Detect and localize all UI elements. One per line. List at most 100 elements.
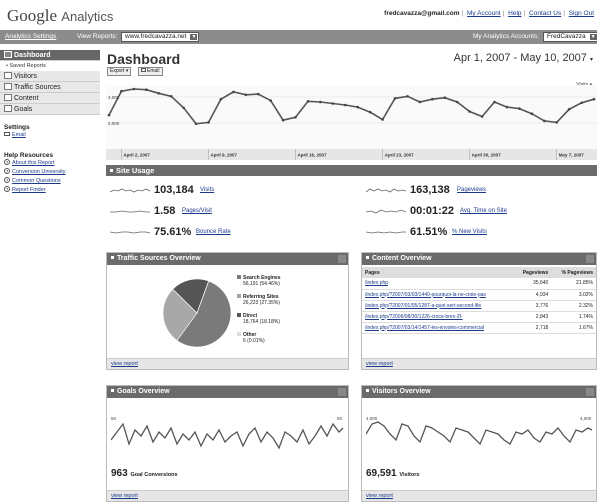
legend-detail: 26,223 (27.35%): [243, 300, 280, 306]
data-point[interactable]: [505, 105, 509, 109]
site-selector[interactable]: www.fredcavazza.net ▼: [121, 32, 200, 42]
sidebar-item-visitors[interactable]: Visitors: [0, 71, 100, 82]
x-tick-label: May 7, 2007: [559, 153, 585, 158]
metric-label[interactable]: % New Visits: [452, 229, 487, 235]
panel-title: Content Overview: [372, 255, 432, 262]
email-button[interactable]: Email: [138, 67, 163, 76]
data-point[interactable]: [530, 112, 534, 115]
metric-label[interactable]: Visits: [200, 187, 214, 193]
data-point[interactable]: [244, 93, 248, 97]
close-icon[interactable]: [338, 388, 346, 396]
data-point[interactable]: [344, 103, 347, 107]
metric-label[interactable]: Pages/Visit: [182, 208, 212, 214]
table-row: /index.php/?2007/01/05/1287-a-quoi-sert-…: [362, 300, 596, 312]
data-point[interactable]: [356, 105, 359, 109]
view-reports-label: View Reports:: [77, 33, 118, 40]
help-link-finder[interactable]: ? Report Finder: [0, 186, 100, 195]
data-point[interactable]: [145, 88, 148, 91]
data-point[interactable]: [480, 115, 484, 118]
data-point[interactable]: [169, 95, 173, 98]
data-point[interactable]: [132, 87, 136, 91]
view-report-link[interactable]: view report: [111, 493, 138, 499]
data-point[interactable]: [207, 121, 210, 124]
metric-label[interactable]: Bounce Rate: [196, 229, 231, 235]
sign-out-link[interactable]: Sign Out: [569, 10, 594, 17]
data-point[interactable]: [381, 118, 384, 121]
data-point[interactable]: [518, 107, 521, 110]
data-point[interactable]: [368, 110, 372, 114]
close-icon[interactable]: [586, 255, 594, 263]
data-point[interactable]: [120, 89, 123, 93]
account-selector-value: FredCavazza: [547, 33, 586, 40]
close-icon[interactable]: [586, 388, 594, 396]
site-usage-title: Site Usage: [116, 166, 155, 175]
help-link-questions[interactable]: ? Common Questions: [0, 177, 100, 186]
data-point[interactable]: [431, 97, 434, 101]
data-point[interactable]: [107, 113, 111, 117]
data-point[interactable]: [393, 97, 397, 100]
page-link[interactable]: /index.php/?2006/08/30/1226-croce-bres-2…: [365, 314, 463, 320]
saved-reports-link[interactable]: • Saved Reports: [0, 61, 100, 71]
settings-heading: Settings: [4, 124, 30, 131]
sparkline-icon: [366, 188, 406, 193]
goals-line: [111, 422, 344, 450]
page-link[interactable]: /index.php/?2007/03/03/1440-pourquoi-la-…: [365, 292, 486, 298]
metric-value: 00:01:22: [410, 205, 455, 217]
account-selector[interactable]: FredCavazza ▼: [543, 32, 597, 42]
my-account-link[interactable]: My Account: [467, 10, 501, 17]
data-point[interactable]: [182, 106, 185, 110]
data-point[interactable]: [418, 100, 422, 104]
sidebar-item-dashboard[interactable]: Dashboard: [0, 50, 100, 61]
sidebar-item-content[interactable]: Content: [0, 93, 100, 104]
data-point[interactable]: [194, 122, 198, 126]
settings-email-link[interactable]: Email: [0, 131, 100, 140]
data-point[interactable]: [592, 97, 596, 101]
logo-google: Google: [7, 6, 58, 25]
help-link[interactable]: Help: [508, 10, 521, 17]
help-link-about[interactable]: ? About this Report: [0, 159, 100, 168]
metric-label[interactable]: Avg. Time on Site: [460, 208, 507, 214]
data-point[interactable]: [306, 100, 310, 103]
data-point[interactable]: [319, 100, 322, 104]
data-point[interactable]: [281, 118, 285, 122]
metric-label[interactable]: Pageviews: [457, 187, 486, 193]
sidebar-item-traffic-sources[interactable]: Traffic Sources: [0, 82, 100, 93]
page-link[interactable]: /index.php: [365, 280, 388, 286]
page-link[interactable]: /index.php/?2007/03/14/1457-les-envoies-…: [365, 325, 484, 331]
sidebar-item-goals[interactable]: Goals: [0, 104, 100, 115]
help-link-conversion[interactable]: ? Conversion University: [0, 168, 100, 177]
close-icon[interactable]: [338, 255, 346, 263]
page-link[interactable]: /index.php/?2007/01/05/1287-a-quoi-sert-…: [365, 303, 481, 309]
data-point[interactable]: [567, 108, 571, 111]
data-point[interactable]: [157, 92, 160, 95]
google-analytics-logo[interactable]: Google Analytics: [7, 6, 113, 26]
legend-detail: 6 (0.01%): [243, 338, 265, 344]
data-point[interactable]: [219, 97, 223, 101]
metric-avg-time: 00:01:22 Avg. Time on Site: [366, 204, 596, 220]
data-point[interactable]: [256, 92, 260, 96]
data-point[interactable]: [269, 99, 272, 102]
data-point[interactable]: [468, 110, 471, 113]
contact-us-link[interactable]: Contact Us: [529, 10, 561, 17]
data-point[interactable]: [543, 119, 546, 123]
percent-cell: 1.74%: [551, 311, 596, 323]
view-report-link[interactable]: view report: [111, 361, 138, 367]
view-report-link[interactable]: view report: [366, 493, 393, 499]
data-point[interactable]: [406, 95, 409, 98]
data-point[interactable]: [331, 102, 335, 105]
table-row: /index.php/?2007/03/14/1457-les-envoies-…: [362, 322, 596, 334]
data-point[interactable]: [443, 96, 447, 99]
data-point[interactable]: [455, 100, 459, 104]
data-point[interactable]: [294, 116, 297, 119]
date-range-selector[interactable]: Apr 1, 2007 - May 10, 2007 ▾: [454, 52, 593, 64]
data-point[interactable]: [232, 90, 235, 94]
data-point[interactable]: [580, 101, 583, 105]
analytics-settings-link[interactable]: Analytics Settings: [5, 33, 56, 40]
legend-swatch: [237, 332, 241, 336]
legend-detail: 18,764 (18.18%): [243, 319, 280, 325]
goal-conversions-label: Goal Conversions: [130, 472, 178, 478]
data-point[interactable]: [555, 121, 558, 124]
export-button[interactable]: Export ▾: [107, 67, 132, 76]
data-point[interactable]: [493, 100, 496, 104]
view-report-link[interactable]: view report: [366, 361, 393, 367]
